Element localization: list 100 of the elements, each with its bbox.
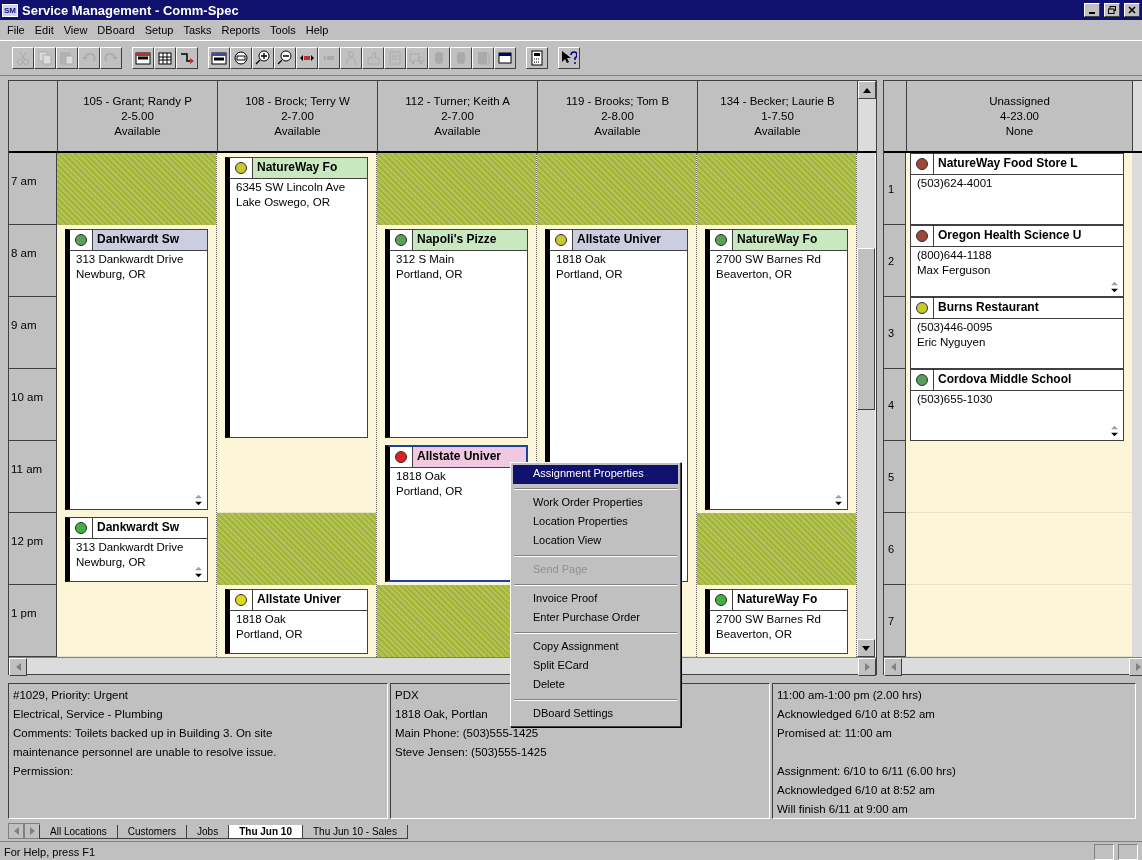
schedule-card[interactable]: Allstate Univer 1818 Oak Portland, OR [225,589,368,654]
schedule-card[interactable]: Dankwardt Sw 313 Dankwardt Drive Newburg, OR [65,517,208,582]
technician-hours: 2-7.00 [441,110,474,122]
scroll-right-button[interactable] [858,658,876,676]
toolbar-button[interactable] [558,47,580,69]
sheet-tab[interactable]: Thu Jun 10 - Sales [302,825,408,839]
menu-item[interactable]: View [58,24,93,36]
schedule-card[interactable]: NatureWay Fo 2700 SW Barnes Rd Beaverton, OR [705,229,848,510]
schedule-card[interactable]: Dankwardt Sw 313 Dankwardt Drive Newburg, OR [65,229,208,510]
menu-item[interactable]: Enter Purchase Order [513,609,678,628]
menu-item[interactable]: Edit [29,24,59,36]
toolbar-button[interactable] [208,47,230,69]
close-button[interactable] [1124,3,1140,17]
technician-status: Available [114,125,161,137]
menu-item[interactable]: Help [300,24,334,36]
horizontal-scrollbar[interactable] [884,657,1142,674]
sheet-tab[interactable]: Thu Jun 10 [228,825,303,839]
toolbar-button[interactable] [526,47,548,69]
toolbar-button[interactable] [494,47,516,69]
arrow-right-icon [1135,663,1141,671]
column-status: None [1005,125,1034,137]
sheet-tab[interactable]: Customers [116,825,188,839]
vertical-scrollbar[interactable] [857,153,875,657]
toolbar-button[interactable] [296,47,318,69]
schedule-card[interactable]: NatureWay Food Store L (503)624-4001 [910,153,1124,225]
technician-name: 108 - Brock; Terry W [245,95,350,107]
technician-name: 112 - Turner; Keith A [405,95,510,107]
schedule-card[interactable]: NatureWay Fo 6345 SW Lincoln Ave Lake Oswego, OR [225,157,368,438]
toolbar-button[interactable] [252,47,274,69]
card-text: 1818 Oak [555,252,607,266]
menu-item[interactable]: Reports [216,24,266,36]
technician-header[interactable]: 134 - Becker; Laurie B 1-7.50 Available [698,81,858,151]
scroll-arrows-icon[interactable] [194,566,203,578]
time-label: 9 am [9,297,57,369]
unassigned-header[interactable]: Unassigned 4-23.00 None [907,81,1133,151]
menu-item[interactable]: DBoard [92,24,140,36]
detail-text: Steve Jensen: (503)555-1425 [395,745,547,760]
scroll-right-button[interactable] [1129,658,1142,676]
scroll-up-button[interactable] [858,81,876,99]
menu-item[interactable]: File [2,24,30,36]
card-text: Beaverton, OR [715,267,794,281]
menu-item[interactable]: Invoice Proof [513,590,678,609]
scroll-left-button[interactable] [884,658,902,676]
scroll-arrows-icon[interactable] [834,494,843,506]
toolbar-button[interactable] [154,47,176,69]
scroll-down-button[interactable] [857,639,875,657]
vertical-scrollbar[interactable] [1132,153,1142,657]
menu-item[interactable]: DBoard Settings [513,705,678,724]
column-name: Unassigned [989,95,1050,107]
menu-item[interactable]: Setup [139,24,179,36]
card-text: (503)624-4001 [916,176,994,190]
card-title: NatureWay Fo [253,158,367,178]
time-label: 8 am [9,225,57,297]
arrow-left-icon [13,827,19,835]
detail-text: Assignment: 6/10 to 6/11 (6.00 hrs) [777,764,956,779]
schedule-card[interactable]: Oregon Health Science U (800)644-1188 Max Ferguson [910,225,1124,297]
technician-header[interactable]: 112 - Turner; Keith A 2-7.00 Available [378,81,538,151]
card-title: Allstate Univer [573,230,687,250]
toolbar-button[interactable] [230,47,252,69]
card-text: 6345 SW Lincoln Ave [235,180,347,194]
technician-header[interactable]: 108 - Brock; Terry W 2-7.00 Available [218,81,378,151]
status-indicator [1094,844,1114,860]
toolbar-button[interactable] [132,47,154,69]
menu-item[interactable]: Delete [513,676,678,695]
card-text: Newburg, OR [75,267,147,281]
schedule-card[interactable]: Napoli's Pizze 312 S Main Portland, OR [385,229,528,438]
scroll-arrows-icon[interactable] [1110,281,1119,293]
card-text: 1818 Oak [235,612,287,626]
menu-item[interactable]: Split ECard [513,657,678,676]
technician-name: 105 - Grant; Randy P [83,95,192,107]
card-text: 2700 SW Barnes Rd [715,252,822,266]
maximize-button[interactable] [1104,3,1120,17]
card-title: Napoli's Pizze [413,230,527,250]
minimize-button[interactable] [1084,3,1100,17]
technician-header[interactable]: 105 - Grant; Randy P 2-5.00 Available [58,81,218,151]
detail-text: Promised at: 11:00 am [777,726,892,741]
menu-item[interactable]: Copy Assignment [513,638,678,657]
sheet-tab[interactable]: Jobs [186,825,230,839]
schedule-card[interactable]: Burns Restaurant (503)446-0095 Eric Nyguyen [910,297,1124,369]
menu-item[interactable]: Tools [265,24,301,36]
arrow-right-icon [29,827,35,835]
menu-item[interactable]: Tasks [178,24,217,36]
status-indicator [1118,844,1138,860]
time-label: 10 am [9,369,57,441]
time-label: 11 am [9,441,57,513]
scroll-left-button[interactable] [9,658,27,676]
schedule-card[interactable]: NatureWay Fo 2700 SW Barnes Rd Beaverton, OR [705,589,848,654]
menu-item[interactable]: Assignment Properties [513,465,678,484]
technician-name: 119 - Brooks; Tom B [565,95,670,107]
scroll-arrows-icon[interactable] [1110,425,1119,437]
zoom-in-icon [255,50,271,66]
toolbar-button[interactable] [176,47,198,69]
technician-name: 134 - Becker; Laurie B [720,95,835,107]
technician-header[interactable]: 119 - Brooks; Tom B 2-8.00 Available [538,81,698,151]
status-text: For Help, press F1 [4,846,97,858]
sheet-tab[interactable]: All Locations [39,825,118,839]
tab-scroll-right-button[interactable] [24,823,40,839]
scroll-arrows-icon[interactable] [194,494,203,506]
schedule-card[interactable]: Cordova Middle School (503)655-1030 [910,369,1124,441]
toolbar-button[interactable] [274,47,296,69]
